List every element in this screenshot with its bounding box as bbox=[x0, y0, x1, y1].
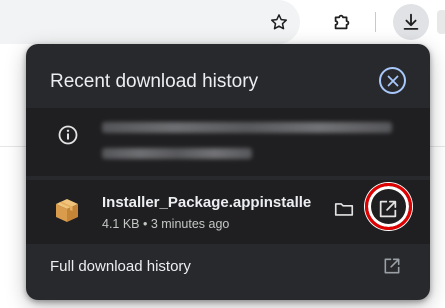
download-history-panel: Recent download history Installer_Packag… bbox=[26, 44, 430, 300]
address-bar[interactable] bbox=[0, 0, 300, 44]
profile-button[interactable] bbox=[437, 10, 445, 34]
redacted-filename bbox=[102, 122, 392, 133]
open-external-icon bbox=[384, 258, 400, 274]
close-circle-icon bbox=[387, 75, 398, 86]
full-history-link[interactable]: Full download history bbox=[50, 258, 191, 275]
folder-icon bbox=[334, 203, 354, 216]
download-icon bbox=[403, 13, 419, 30]
show-in-folder-button[interactable] bbox=[331, 196, 357, 222]
obscured-download-item[interactable] bbox=[26, 108, 430, 176]
full-history-open-button[interactable] bbox=[381, 255, 403, 277]
open-file-button[interactable] bbox=[375, 196, 401, 222]
browser-toolbar bbox=[0, 0, 445, 44]
open-external-icon bbox=[379, 200, 397, 218]
bookmark-star-button[interactable] bbox=[263, 6, 295, 38]
close-button[interactable] bbox=[379, 67, 406, 94]
toolbar-separator bbox=[375, 12, 376, 32]
extensions-button[interactable] bbox=[326, 6, 358, 38]
downloads-button[interactable] bbox=[393, 4, 429, 40]
redacted-status bbox=[102, 148, 252, 159]
puzzle-piece-icon bbox=[334, 14, 350, 30]
download-item[interactable]: Installer_Package.appinstalle 4.1 KB • 3… bbox=[26, 180, 430, 244]
package-box-icon bbox=[56, 199, 78, 222]
star-icon bbox=[271, 14, 287, 30]
download-filename: Installer_Package.appinstalle bbox=[102, 194, 312, 211]
info-icon bbox=[58, 125, 78, 145]
panel-title: Recent download history bbox=[50, 71, 259, 92]
download-meta: 4.1 KB • 3 minutes ago bbox=[102, 217, 230, 231]
